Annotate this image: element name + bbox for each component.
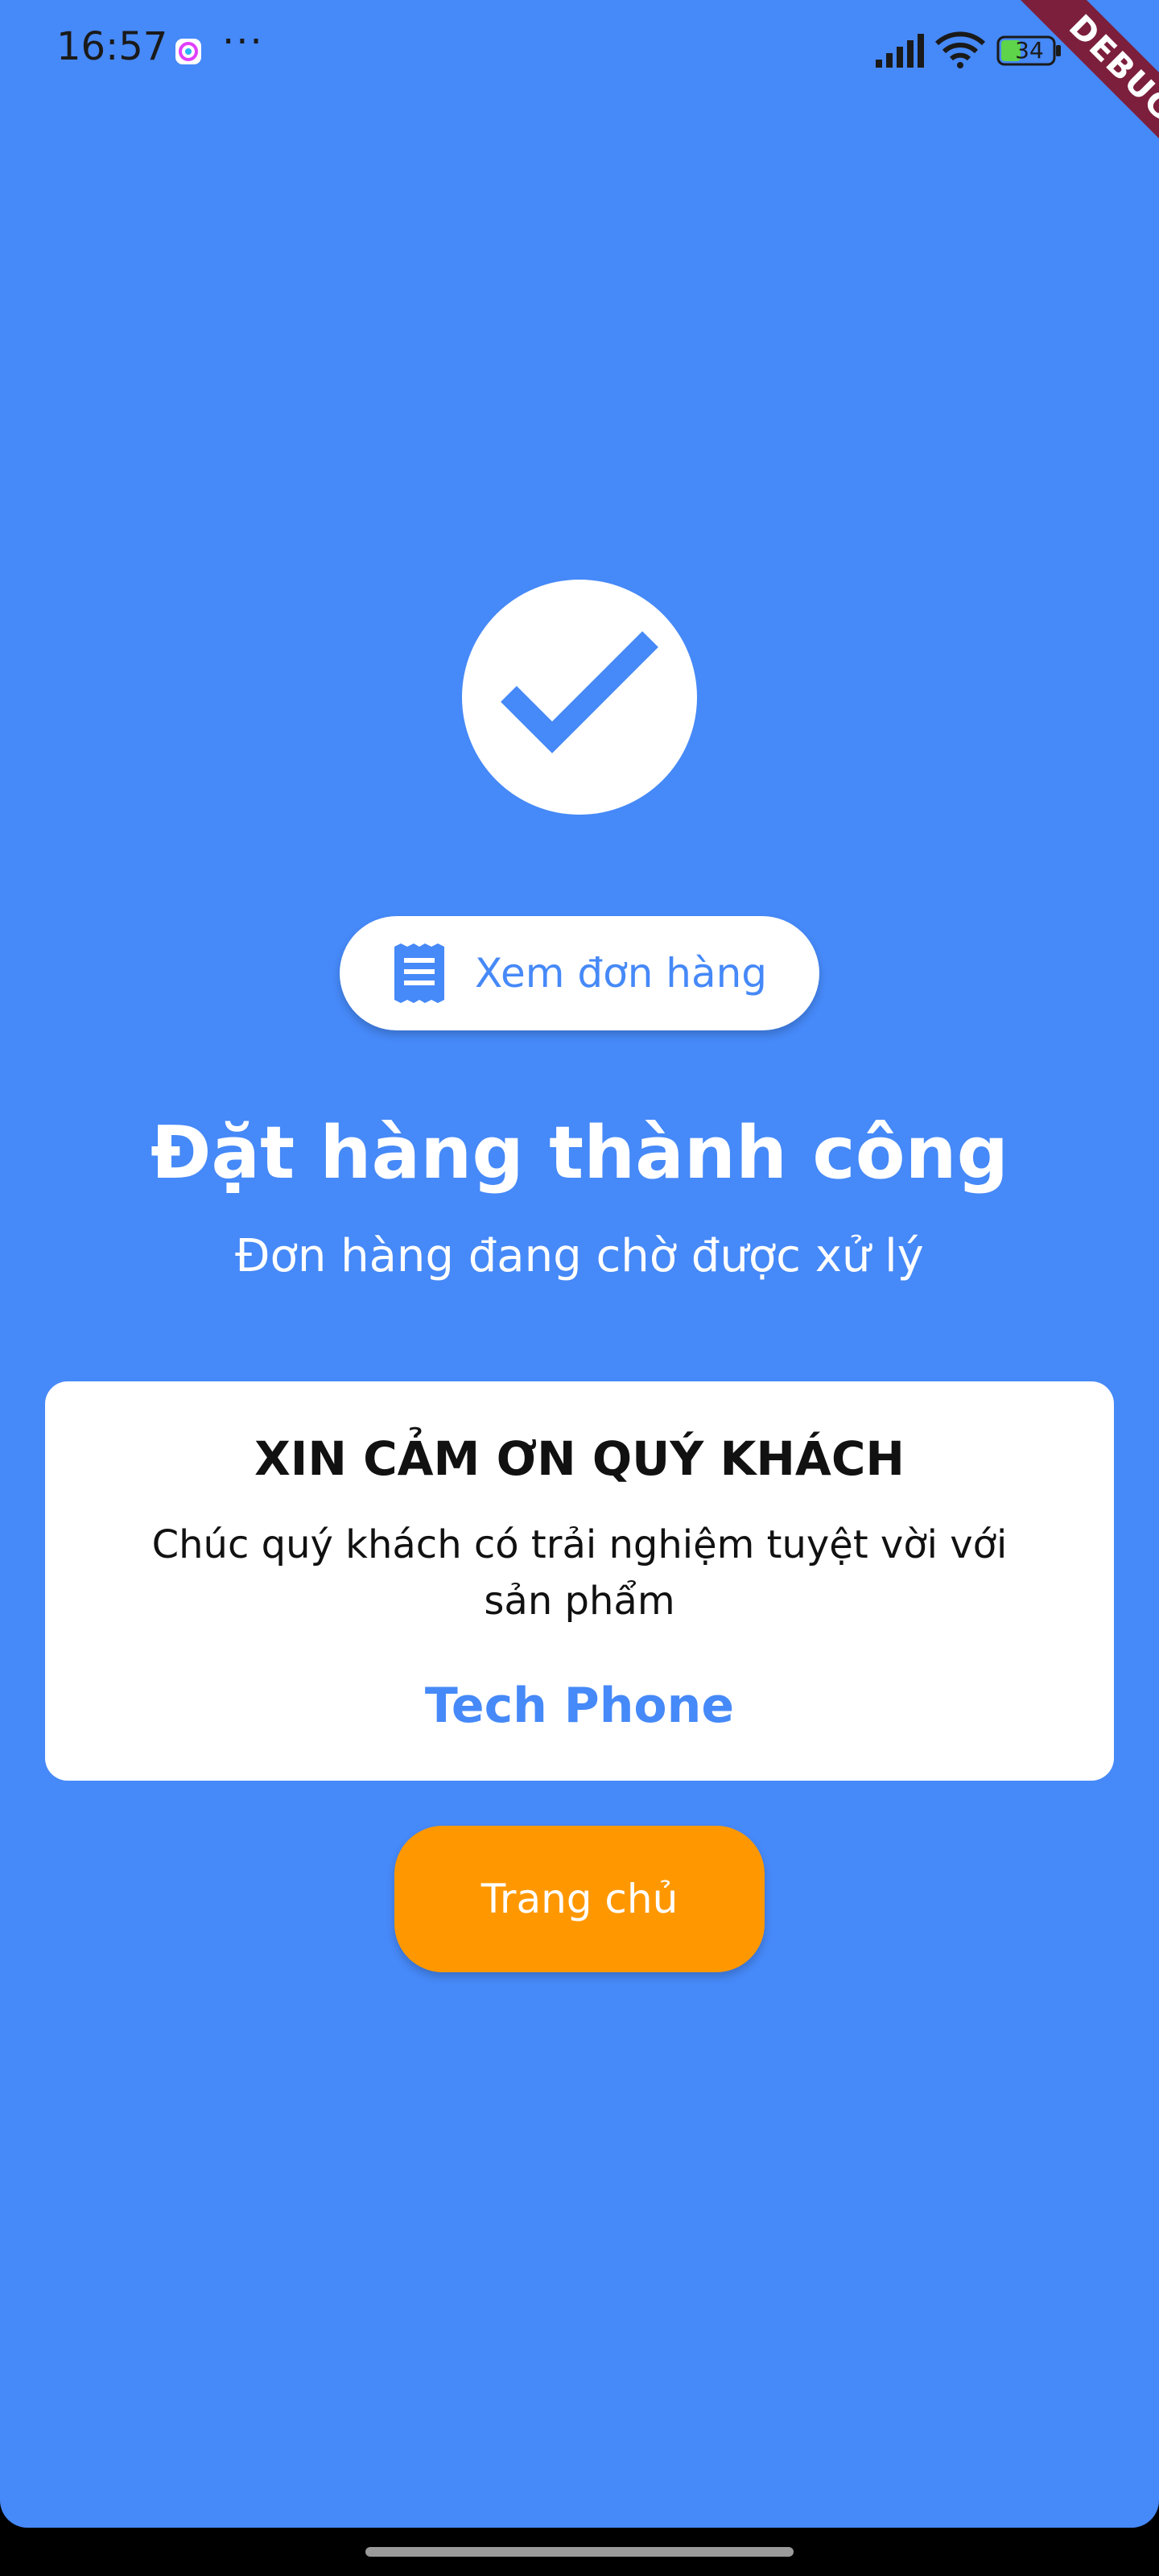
thanks-message: Chúc quý khách có trải nghiệm tuyệt vời …	[151, 1522, 1008, 1624]
view-order-label: Xem đơn hàng	[475, 950, 768, 997]
view-order-button[interactable]: Xem đơn hàng	[340, 916, 819, 1030]
status-bar: 16:57 ··· 34 DEBUG	[0, 0, 1159, 188]
home-indicator[interactable]	[365, 2547, 794, 2557]
brand-name: Tech Phone	[424, 1678, 735, 1734]
thanks-card: XIN CẢM ƠN QUÝ KHÁCH Chúc quý khách có t…	[45, 1381, 1114, 1781]
notification-app-icon	[175, 39, 201, 64]
receipt-icon	[394, 943, 444, 1003]
debug-banner: DEBUG	[1003, 0, 1159, 188]
signal-icon	[876, 34, 924, 68]
home-button[interactable]: Trang chủ	[394, 1826, 765, 1972]
order-success-screen: 16:57 ··· 34 DEBUG Xem đơn hàng Đặt hàng…	[0, 0, 1159, 2528]
status-time: 16:57	[56, 24, 168, 69]
check-icon	[501, 631, 658, 753]
page-subtitle: Đơn hàng đang chờ được xử lý	[235, 1230, 924, 1282]
battery-level: 34	[1015, 37, 1044, 64]
thanks-heading: XIN CẢM ƠN QUÝ KHÁCH	[254, 1431, 905, 1486]
page-title: Đặt hàng thành công	[150, 1111, 1009, 1195]
success-check-badge	[462, 580, 697, 815]
wifi-icon	[934, 31, 986, 68]
more-notifications-icon: ···	[222, 19, 264, 64]
